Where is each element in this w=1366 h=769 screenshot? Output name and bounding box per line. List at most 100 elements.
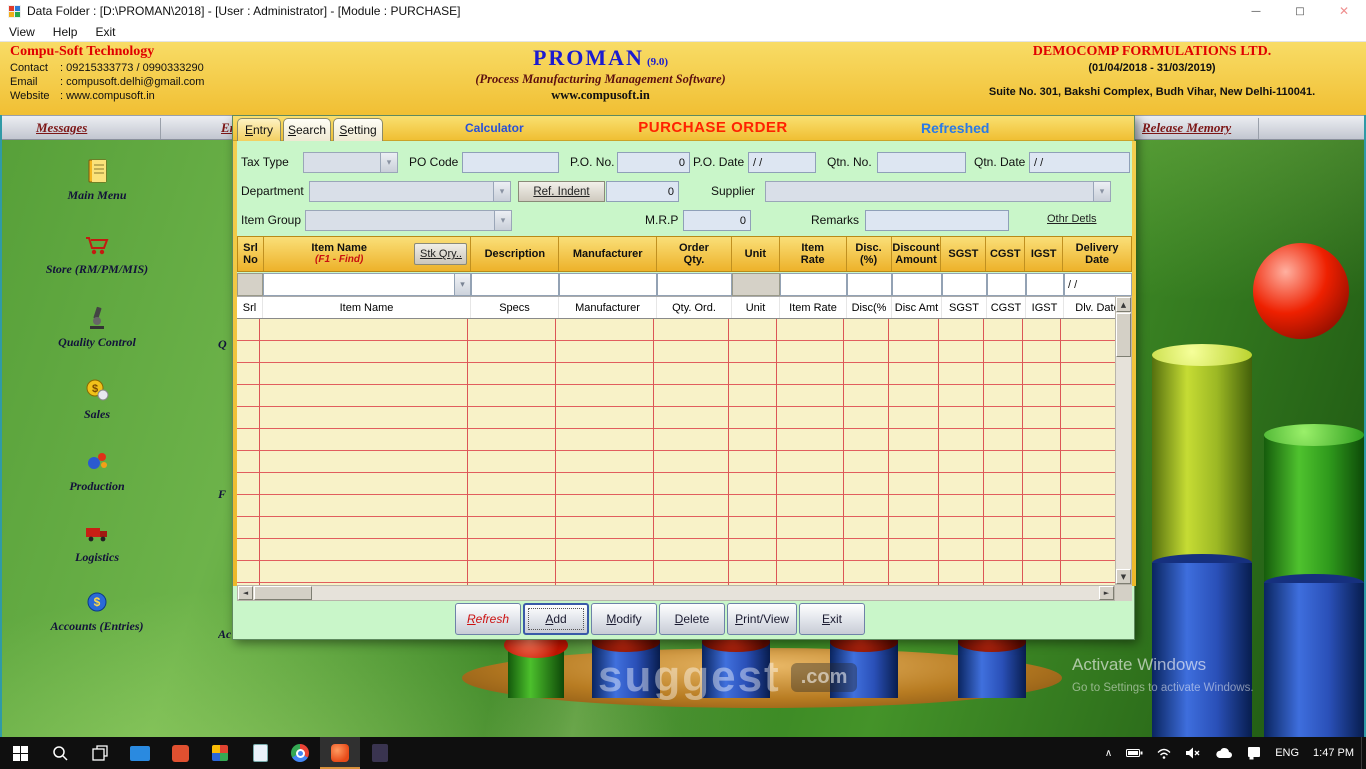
po-code-input[interactable] bbox=[462, 152, 559, 173]
supplier-select[interactable]: ▾ bbox=[765, 181, 1111, 202]
qtn-date-input[interactable]: / / bbox=[1029, 152, 1130, 173]
qtn-no-input[interactable] bbox=[877, 152, 966, 173]
cart-icon bbox=[82, 230, 112, 260]
entry-igst-input[interactable] bbox=[1026, 273, 1064, 296]
entry-description-input[interactable] bbox=[471, 273, 559, 296]
entry-disc-percent-input[interactable] bbox=[847, 273, 892, 296]
department-select[interactable]: ▾ bbox=[309, 181, 511, 202]
cloud-icon[interactable] bbox=[1208, 737, 1240, 769]
tax-type-select[interactable]: ▾ bbox=[303, 152, 398, 173]
taskbar-app-icon[interactable] bbox=[280, 737, 320, 769]
taskbar-search-button[interactable] bbox=[40, 737, 80, 769]
scroll-up-icon[interactable]: ▲ bbox=[1116, 297, 1131, 312]
action-center-icon[interactable] bbox=[1240, 737, 1268, 769]
product-website: www.compusoft.in bbox=[255, 88, 946, 103]
tab-entries-partial[interactable]: En bbox=[221, 120, 232, 136]
clock[interactable]: 1:47 PM bbox=[1306, 737, 1361, 769]
horizontal-scroll-thumb[interactable] bbox=[254, 586, 312, 600]
ref-indent-button[interactable]: Ref. Indent bbox=[518, 181, 605, 202]
machine-icon bbox=[82, 447, 112, 477]
delete-button[interactable]: Delete bbox=[659, 603, 725, 635]
minimize-button[interactable]: — bbox=[1234, 0, 1278, 22]
language-indicator[interactable]: ENG bbox=[1268, 737, 1306, 769]
items-grid[interactable] bbox=[237, 319, 1115, 585]
purchase-order-dialog: Entry Search Setting Calculator PURCHASE… bbox=[232, 115, 1135, 640]
sidebar-label: Accounts (Entries) bbox=[22, 619, 172, 634]
sidebar-label: Main Menu bbox=[22, 188, 172, 203]
tab-messages[interactable]: Messages bbox=[36, 120, 87, 136]
entry-manufacturer-input[interactable] bbox=[559, 273, 657, 296]
taskbar-app-icon[interactable] bbox=[360, 737, 400, 769]
add-button[interactable]: Add bbox=[523, 603, 589, 635]
menu-view[interactable]: View bbox=[0, 25, 44, 39]
vertical-scroll-thumb[interactable] bbox=[1116, 313, 1131, 357]
ref-indent-input[interactable]: 0 bbox=[606, 181, 679, 202]
sidebar-item-logistics[interactable]: Logistics bbox=[22, 518, 172, 565]
po-no-input[interactable]: 0 bbox=[617, 152, 690, 173]
item-group-select[interactable]: ▾ bbox=[305, 210, 512, 231]
dialog-tabrow: Entry Search Setting Calculator PURCHASE… bbox=[233, 116, 1134, 141]
sidebar-label: Store (RM/PM/MIS) bbox=[22, 262, 172, 277]
maximize-button[interactable]: □ bbox=[1278, 0, 1322, 22]
tray-chevron-up-icon[interactable]: ∧ bbox=[1098, 737, 1119, 769]
entry-delivery-date-input[interactable]: / / bbox=[1064, 273, 1132, 296]
refresh-button[interactable]: Refresh bbox=[455, 603, 521, 635]
menu-exit[interactable]: Exit bbox=[86, 25, 124, 39]
modify-button[interactable]: Modify bbox=[591, 603, 657, 635]
search-icon bbox=[52, 745, 68, 761]
tab-release-memory[interactable]: Release Memory bbox=[1142, 120, 1231, 136]
microscope-icon bbox=[82, 303, 112, 333]
sidebar-item-accounts[interactable]: $ Accounts (Entries) bbox=[22, 587, 172, 634]
entry-discount-amount-input[interactable] bbox=[892, 273, 942, 296]
tab-search[interactable]: Search bbox=[283, 118, 331, 141]
sidebar-item-quality-control[interactable]: Quality Control bbox=[22, 303, 172, 350]
calculator-link[interactable]: Calculator bbox=[465, 121, 524, 135]
svg-text:$: $ bbox=[92, 383, 98, 395]
subheader-sgst: SGST bbox=[942, 297, 987, 318]
taskbar-app-icon[interactable] bbox=[240, 737, 280, 769]
entry-item-rate-input[interactable] bbox=[780, 273, 847, 296]
remarks-input[interactable] bbox=[865, 210, 1009, 231]
subheader-specs: Specs bbox=[471, 297, 559, 318]
po-date-input[interactable]: / / bbox=[748, 152, 816, 173]
tab-entry[interactable]: Entry bbox=[237, 118, 281, 141]
scroll-right-icon[interactable]: ► bbox=[1099, 586, 1114, 600]
subheader-disc-percent: Disc(% bbox=[847, 297, 892, 318]
start-button[interactable] bbox=[0, 737, 40, 769]
taskbar-app-icon-active[interactable] bbox=[320, 737, 360, 769]
entry-order-qty-input[interactable] bbox=[657, 273, 732, 296]
po-date-label: P.O. Date bbox=[693, 155, 744, 169]
chart-cylinder bbox=[1152, 355, 1252, 563]
stock-query-button[interactable]: Stk Qry.. bbox=[414, 243, 467, 265]
sidebar-item-main-menu[interactable]: Main Menu bbox=[22, 156, 172, 203]
close-button[interactable]: ✕ bbox=[1322, 0, 1366, 22]
scroll-left-icon[interactable]: ◄ bbox=[238, 586, 253, 600]
sidebar-item-sales[interactable]: $ Sales bbox=[22, 375, 172, 422]
taskbar-app-icon[interactable] bbox=[160, 737, 200, 769]
exit-button[interactable]: Exit bbox=[799, 603, 865, 635]
menu-help[interactable]: Help bbox=[44, 25, 87, 39]
sidebar-item-production[interactable]: Production bbox=[22, 447, 172, 494]
battery-icon[interactable] bbox=[1119, 737, 1150, 769]
taskbar-app-icon[interactable] bbox=[120, 737, 160, 769]
mrp-input[interactable]: 0 bbox=[683, 210, 751, 231]
other-details-link[interactable]: Othr Detls bbox=[1047, 213, 1097, 225]
product-version: (9.0) bbox=[647, 56, 668, 68]
volume-muted-icon[interactable] bbox=[1178, 737, 1208, 769]
entry-item-name-select[interactable]: ▾ bbox=[263, 273, 471, 296]
show-desktop-button[interactable] bbox=[1361, 737, 1366, 769]
subheader-manufacturer: Manufacturer bbox=[559, 297, 657, 318]
sidebar-item-store[interactable]: Store (RM/PM/MIS) bbox=[22, 230, 172, 277]
network-icon[interactable] bbox=[1150, 737, 1178, 769]
tab-setting[interactable]: Setting bbox=[333, 118, 383, 141]
print-view-button[interactable]: Print/View bbox=[727, 603, 797, 635]
window-controls: — □ ✕ bbox=[1234, 0, 1366, 22]
horizontal-scrollbar[interactable]: ◄ ► bbox=[237, 585, 1115, 601]
po-code-label: PO Code bbox=[409, 155, 458, 169]
entry-sgst-input[interactable] bbox=[942, 273, 987, 296]
entry-cgst-input[interactable] bbox=[987, 273, 1026, 296]
vertical-scrollbar[interactable]: ▲ ▼ bbox=[1115, 296, 1132, 585]
task-view-button[interactable] bbox=[80, 737, 120, 769]
scroll-down-icon[interactable]: ▼ bbox=[1116, 569, 1131, 584]
taskbar-app-icon[interactable] bbox=[200, 737, 240, 769]
